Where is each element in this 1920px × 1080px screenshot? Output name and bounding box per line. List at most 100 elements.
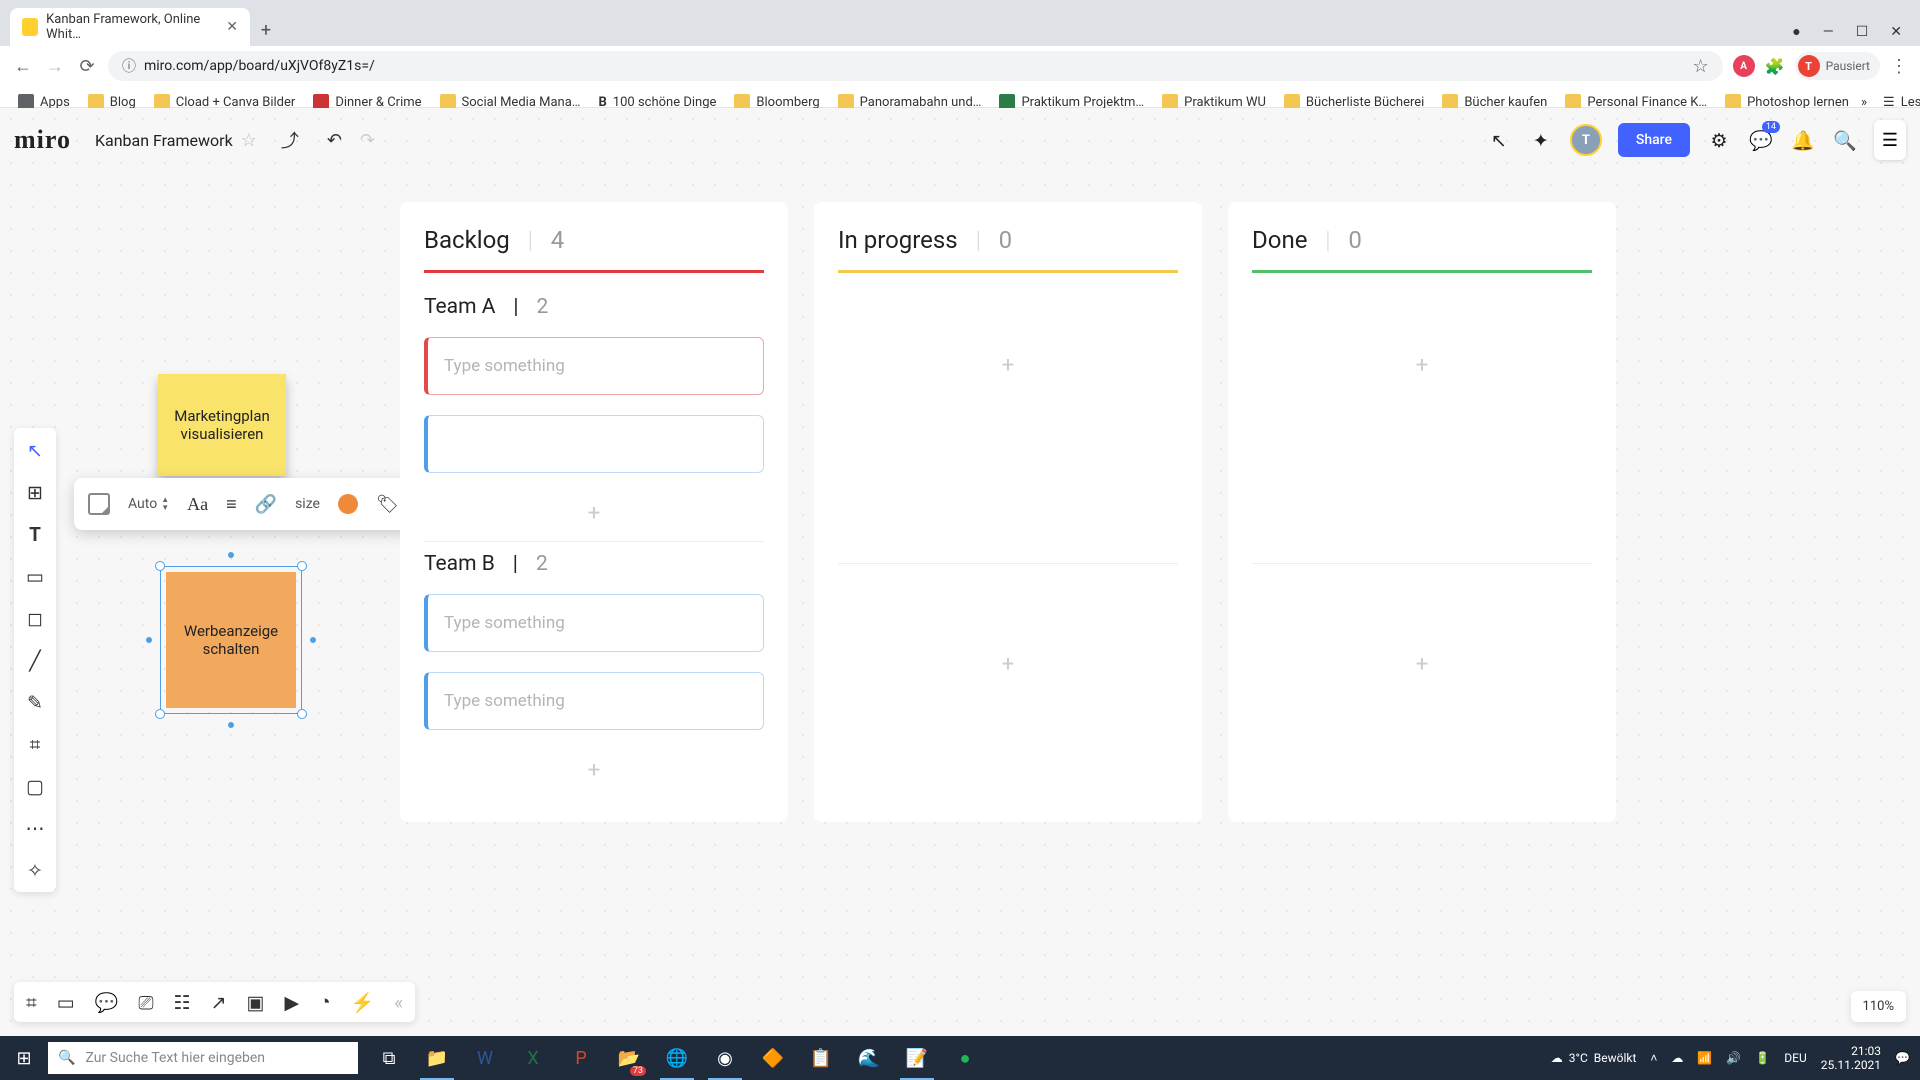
wifi-icon[interactable]: 📶: [1697, 1051, 1712, 1065]
rotate-handle-t[interactable]: [228, 552, 234, 558]
text-align-icon[interactable]: ≡: [226, 494, 237, 515]
tray-chevron-icon[interactable]: ˄: [1650, 1051, 1657, 1065]
sticky-note-selected[interactable]: Werbeanzeige schalten: [160, 566, 302, 714]
bell-icon[interactable]: 🔔: [1790, 127, 1816, 153]
settings-sliders-icon[interactable]: ⚙: [1706, 127, 1732, 153]
sticky-type-icon[interactable]: [88, 493, 110, 515]
close-window-icon[interactable]: ✕: [1890, 24, 1902, 40]
frame-tool-icon[interactable]: ⌗: [21, 730, 49, 758]
zoom-level[interactable]: 110%: [1851, 991, 1906, 1022]
pen-tool-icon[interactable]: ✎: [21, 688, 49, 716]
chrome-menu-icon[interactable]: ⋮: [1890, 56, 1908, 77]
app-icon[interactable]: 🔶: [750, 1036, 796, 1080]
frames-icon[interactable]: ⌗: [26, 991, 37, 1014]
sticky-tool-icon[interactable]: ▭: [21, 562, 49, 590]
voting-icon[interactable]: ☷: [174, 991, 191, 1014]
resize-handle-br[interactable]: [297, 709, 307, 719]
clock[interactable]: 21:03 25.11.2021: [1821, 1044, 1881, 1072]
tag-icon[interactable]: 🏷: [376, 494, 399, 515]
sticky-note-orange[interactable]: Werbeanzeige schalten: [166, 572, 296, 708]
more-tools-icon[interactable]: ⋯: [21, 814, 49, 842]
address-bar[interactable]: ⓘ miro.com/app/board/uXjVOf8yZ1s=/ ☆: [108, 51, 1723, 81]
close-icon[interactable]: ✕: [226, 19, 238, 35]
video-icon[interactable]: ▶: [284, 991, 299, 1014]
side-panel-toggle[interactable]: ☰: [1874, 120, 1906, 160]
user-avatar[interactable]: T: [1570, 124, 1602, 156]
rotate-handle-b[interactable]: [228, 722, 234, 728]
add-card-button[interactable]: +: [1252, 345, 1592, 385]
rotate-handle-r[interactable]: [310, 637, 316, 643]
extensions-icon[interactable]: 🧩: [1765, 57, 1785, 76]
search-icon[interactable]: 🔍: [1832, 127, 1858, 153]
volume-icon[interactable]: 🔊: [1726, 1051, 1741, 1065]
resize-handle-tr[interactable]: [297, 561, 307, 571]
notepad-icon[interactable]: 📝: [894, 1036, 940, 1080]
chat-icon[interactable]: 💬: [95, 991, 119, 1014]
collapse-icon[interactable]: «: [394, 991, 403, 1014]
battery-icon[interactable]: 🔋: [1755, 1051, 1770, 1065]
autosize-toggle[interactable]: Auto ▲▼: [128, 496, 169, 512]
weather-widget[interactable]: ☁ 3°C Bewölkt: [1551, 1051, 1637, 1065]
favorite-star-icon[interactable]: ☆: [241, 130, 257, 151]
reload-icon[interactable]: ⟳: [76, 55, 98, 77]
sticky-note-yellow[interactable]: Marketingplan visualisieren: [158, 374, 286, 476]
kanban-card[interactable]: Type something: [424, 594, 764, 652]
tray-cloud-icon[interactable]: ☁: [1671, 1051, 1683, 1065]
profile-chip[interactable]: T Pausiert: [1795, 52, 1880, 80]
present-icon[interactable]: ▭: [57, 991, 75, 1014]
line-tool-icon[interactable]: ╱: [21, 646, 49, 674]
resize-handle-bl[interactable]: [155, 709, 165, 719]
start-button[interactable]: ⊞: [0, 1036, 48, 1080]
shape-tool-icon[interactable]: ◻: [21, 604, 49, 632]
word-icon[interactable]: W: [462, 1036, 508, 1080]
task-view-icon[interactable]: ⧉: [366, 1036, 412, 1080]
taskbar-search[interactable]: 🔍 Zur Suche Text hier eingeben: [48, 1042, 358, 1074]
smart-tool-icon[interactable]: ✧: [21, 856, 49, 884]
timer-icon[interactable]: ◔: [319, 990, 330, 1014]
notifications-icon[interactable]: 💬: [1895, 1051, 1910, 1065]
edge-icon[interactable]: 🌊: [846, 1036, 892, 1080]
font-style-icon[interactable]: Aa: [187, 494, 208, 515]
activity-icon[interactable]: ⚡: [351, 991, 375, 1014]
select-tool-icon[interactable]: ↖: [21, 436, 49, 464]
share-button[interactable]: Share: [1618, 123, 1690, 157]
chrome-icon[interactable]: 🌐: [654, 1036, 700, 1080]
add-card-button[interactable]: +: [838, 345, 1178, 385]
kanban-card[interactable]: [424, 415, 764, 473]
undo-icon[interactable]: ↶: [327, 130, 342, 151]
cursor-presence-icon[interactable]: ↖: [1486, 127, 1512, 153]
add-card-button[interactable]: +: [1252, 644, 1592, 684]
file-explorer-icon[interactable]: 📁: [414, 1036, 460, 1080]
language-indicator[interactable]: DEU: [1784, 1051, 1806, 1065]
kanban-card[interactable]: Type something: [424, 337, 764, 395]
site-info-icon[interactable]: ⓘ: [122, 56, 136, 76]
obs-icon[interactable]: ◉: [702, 1036, 748, 1080]
browser-tab[interactable]: Kanban Framework, Online Whit… ✕: [10, 8, 250, 46]
app-icon[interactable]: 📋: [798, 1036, 844, 1080]
powerpoint-icon[interactable]: P: [558, 1036, 604, 1080]
rotate-handle-l[interactable]: [146, 637, 152, 643]
export-icon[interactable]: ⤴: [281, 127, 299, 153]
explorer-icon[interactable]: 📂73: [606, 1036, 652, 1080]
templates-tool-icon[interactable]: ⊞: [21, 478, 49, 506]
bookmark-star-icon[interactable]: ☆: [1693, 56, 1709, 77]
screen-share-icon[interactable]: ⎚: [138, 991, 153, 1014]
color-swatch[interactable]: [338, 494, 358, 514]
extension-adblock-icon[interactable]: A: [1733, 55, 1755, 77]
add-card-button[interactable]: +: [424, 750, 764, 790]
kanban-card[interactable]: Type something: [424, 672, 764, 730]
miro-logo[interactable]: miro: [14, 125, 71, 155]
back-icon[interactable]: ←: [12, 55, 34, 77]
spotify-icon[interactable]: ●: [942, 1036, 988, 1080]
minimize-icon[interactable]: —: [1823, 24, 1834, 40]
excel-icon[interactable]: X: [510, 1036, 556, 1080]
new-tab-button[interactable]: +: [250, 14, 282, 46]
export-icon[interactable]: ↗: [211, 991, 227, 1014]
add-card-button[interactable]: +: [838, 644, 1178, 684]
board-name[interactable]: Kanban Framework: [95, 131, 233, 150]
add-card-button[interactable]: +: [424, 493, 764, 533]
reactions-icon[interactable]: ✦: [1528, 127, 1554, 153]
comment-tool-icon[interactable]: ▢: [21, 772, 49, 800]
text-tool-icon[interactable]: T: [21, 520, 49, 548]
size-label[interactable]: size: [295, 496, 320, 512]
